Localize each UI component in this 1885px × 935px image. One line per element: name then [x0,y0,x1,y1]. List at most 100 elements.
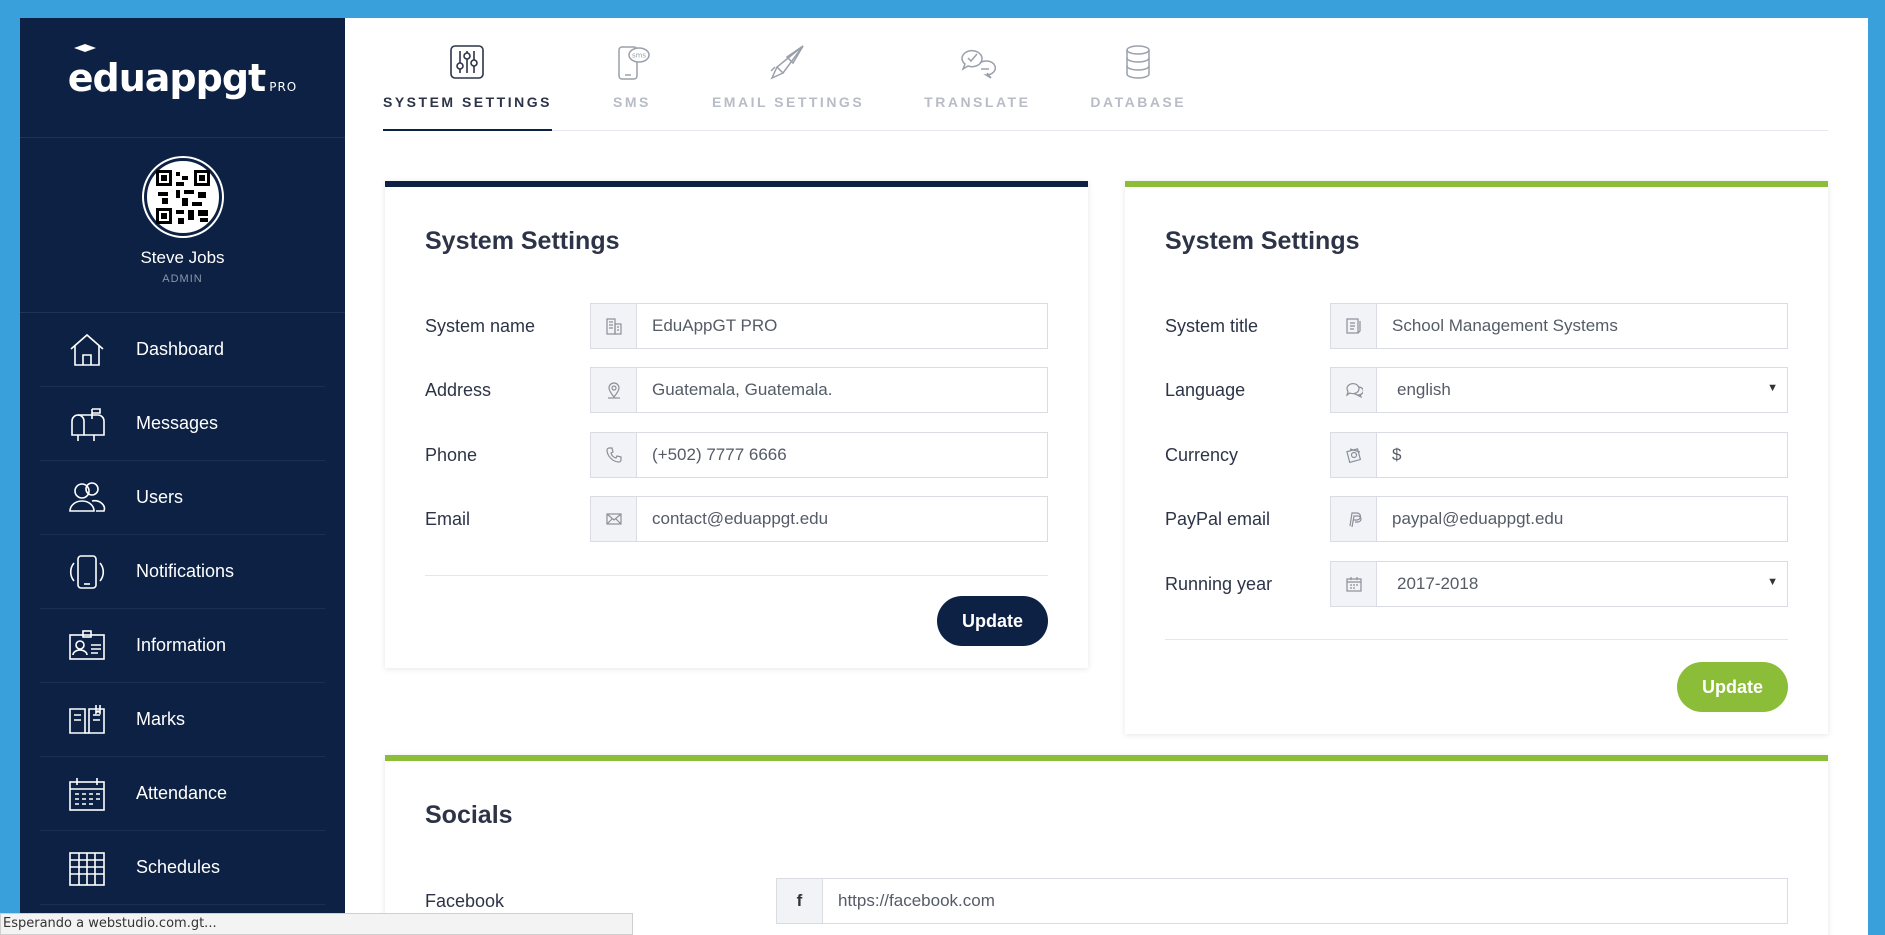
language-value[interactable]: english [1377,368,1787,412]
email-field[interactable]: contact@eduappgt.edu [590,496,1048,542]
mailbox-icon [68,405,106,443]
database-icon [1118,42,1158,82]
qr-code-icon [155,170,210,224]
user-name: Steve Jobs [140,248,225,267]
facebook-icon: f [777,879,823,923]
card-title: System Settings [1165,227,1360,255]
phone-value[interactable]: (+502) 7777 6666 [637,433,1047,477]
document-icon [1331,304,1377,348]
sidebar-item-label: Marks [136,709,185,729]
brand-name: eduappgt [67,55,266,100]
sidebar-item-schedules[interactable]: Schedules [40,831,325,905]
running-year-select[interactable]: 2017-2018 ▼ [1330,561,1788,607]
paypal-icon [1331,497,1377,541]
system-settings-card-general: System Settings System name EduAppGT PRO… [385,181,1088,668]
field-label: PayPal email [1165,508,1271,529]
tab-label: SYSTEM SETTINGS [383,94,552,110]
system-title-value[interactable]: School Management Systems [1377,304,1787,348]
sidebar-item-label: Dashboard [136,339,225,359]
facebook-value[interactable]: https://facebook.com [823,879,1787,923]
field-row-email: Email contact@eduappgt.edu [425,496,1048,542]
field-row-paypal-email: PayPal email paypal@eduappgt.edu [1165,496,1788,542]
calendar-icon [68,775,106,813]
avatar[interactable] [143,158,222,236]
tab-label: SMS [613,94,651,110]
running-year-value[interactable]: 2017-2018 [1377,562,1787,606]
field-row-currency: Currency $ [1165,432,1788,478]
sidebar-item-marks[interactable]: Marks [40,683,325,757]
phone-notification-icon [68,553,106,591]
sms-phone-icon: sms [612,42,652,82]
system-title-field[interactable]: School Management Systems [1330,303,1788,349]
chat-bubbles-icon [957,42,997,82]
field-row-address: Address Guatemala, Guatemala. [425,367,1048,413]
email-value[interactable]: contact@eduappgt.edu [637,497,1047,541]
book-icon [68,701,106,739]
home-icon [68,331,106,369]
paypal-email-value[interactable]: paypal@eduappgt.edu [1377,497,1787,541]
system-name-value[interactable]: EduAppGT PRO [637,304,1047,348]
user-role: ADMIN [162,273,203,285]
sidebar-item-attendance[interactable]: Attendance [40,757,325,831]
tab-database[interactable]: DATABASE [1090,18,1186,130]
tab-sms[interactable]: sms SMS [612,18,652,130]
paper-plane-icon [768,42,808,82]
sidebar-item-notifications[interactable]: Notifications [40,535,325,609]
currency-value[interactable]: $ [1377,433,1787,477]
chevron-down-icon: ▼ [1767,576,1778,588]
field-label: Running year [1165,573,1273,594]
field-label: Currency [1165,444,1239,465]
sidebar-item-users[interactable]: Users [40,461,325,535]
sidebar-item-dashboard[interactable]: Dashboard [40,313,325,387]
update-button-preferences[interactable]: Update [1677,662,1788,712]
field-row-phone: Phone (+502) 7777 6666 [425,432,1048,478]
address-value[interactable]: Guatemala, Guatemala. [637,368,1047,412]
tab-label: EMAIL SETTINGS [711,94,865,110]
main-content: SYSTEM SETTINGS sms SMS EMAIL SETTINGS T… [345,18,1868,935]
paypal-email-field[interactable]: paypal@eduappgt.edu [1330,496,1788,542]
card-title: Socials [425,801,513,829]
update-button-general[interactable]: Update [937,596,1048,646]
envelope-icon [591,497,637,541]
map-pin-icon [591,368,637,412]
money-icon [1331,433,1377,477]
browser-status-bar: Esperando a webstudio.com.gt... [0,913,633,935]
sliders-icon [447,42,487,82]
schedule-icon [68,849,106,887]
language-select[interactable]: english ▼ [1330,367,1788,413]
sidebar-item-label: Information [136,635,227,655]
app-frame: eduappgt PRO Steve Jobs ADMIN Dashboard … [20,18,1868,935]
logo-text: eduappgt PRO [67,43,297,100]
sidebar-item-information[interactable]: Information [40,609,325,683]
field-row-system-title: System title School Management Systems [1165,303,1788,349]
tab-email-settings[interactable]: EMAIL SETTINGS [712,18,864,130]
language-icon [1331,368,1377,412]
socials-card: Socials Facebook f https://facebook.com [385,755,1828,935]
tab-translate[interactable]: TRANSLATE [924,18,1030,130]
settings-tabs: SYSTEM SETTINGS sms SMS EMAIL SETTINGS T… [383,18,1828,131]
tab-label: TRANSLATE [924,94,1031,110]
field-row-system-name: System name EduAppGT PRO [425,303,1048,349]
logo[interactable]: eduappgt PRO [20,18,345,138]
graduation-cap-icon [73,43,96,52]
phone-icon [591,433,637,477]
sidebar-item-messages[interactable]: Messages [40,387,325,461]
tab-system-settings[interactable]: SYSTEM SETTINGS [383,18,552,131]
address-field[interactable]: Guatemala, Guatemala. [590,367,1048,413]
field-label: System name [425,315,536,336]
sidebar-nav: Dashboard Messages Users Notifications I… [20,313,345,905]
divider [1165,639,1788,640]
user-profile: Steve Jobs ADMIN [20,138,345,313]
id-card-icon [68,627,106,665]
divider [425,575,1048,576]
sidebar-item-label: Attendance [136,783,228,803]
field-label: Address [425,379,492,400]
system-name-field[interactable]: EduAppGT PRO [590,303,1048,349]
svg-text:sms: sms [632,52,646,60]
card-title: System Settings [425,227,620,255]
chevron-down-icon: ▼ [1767,382,1778,394]
sidebar-item-label: Notifications [136,561,235,581]
facebook-field[interactable]: f https://facebook.com [776,878,1788,924]
currency-field[interactable]: $ [1330,432,1788,478]
phone-field[interactable]: (+502) 7777 6666 [590,432,1048,478]
